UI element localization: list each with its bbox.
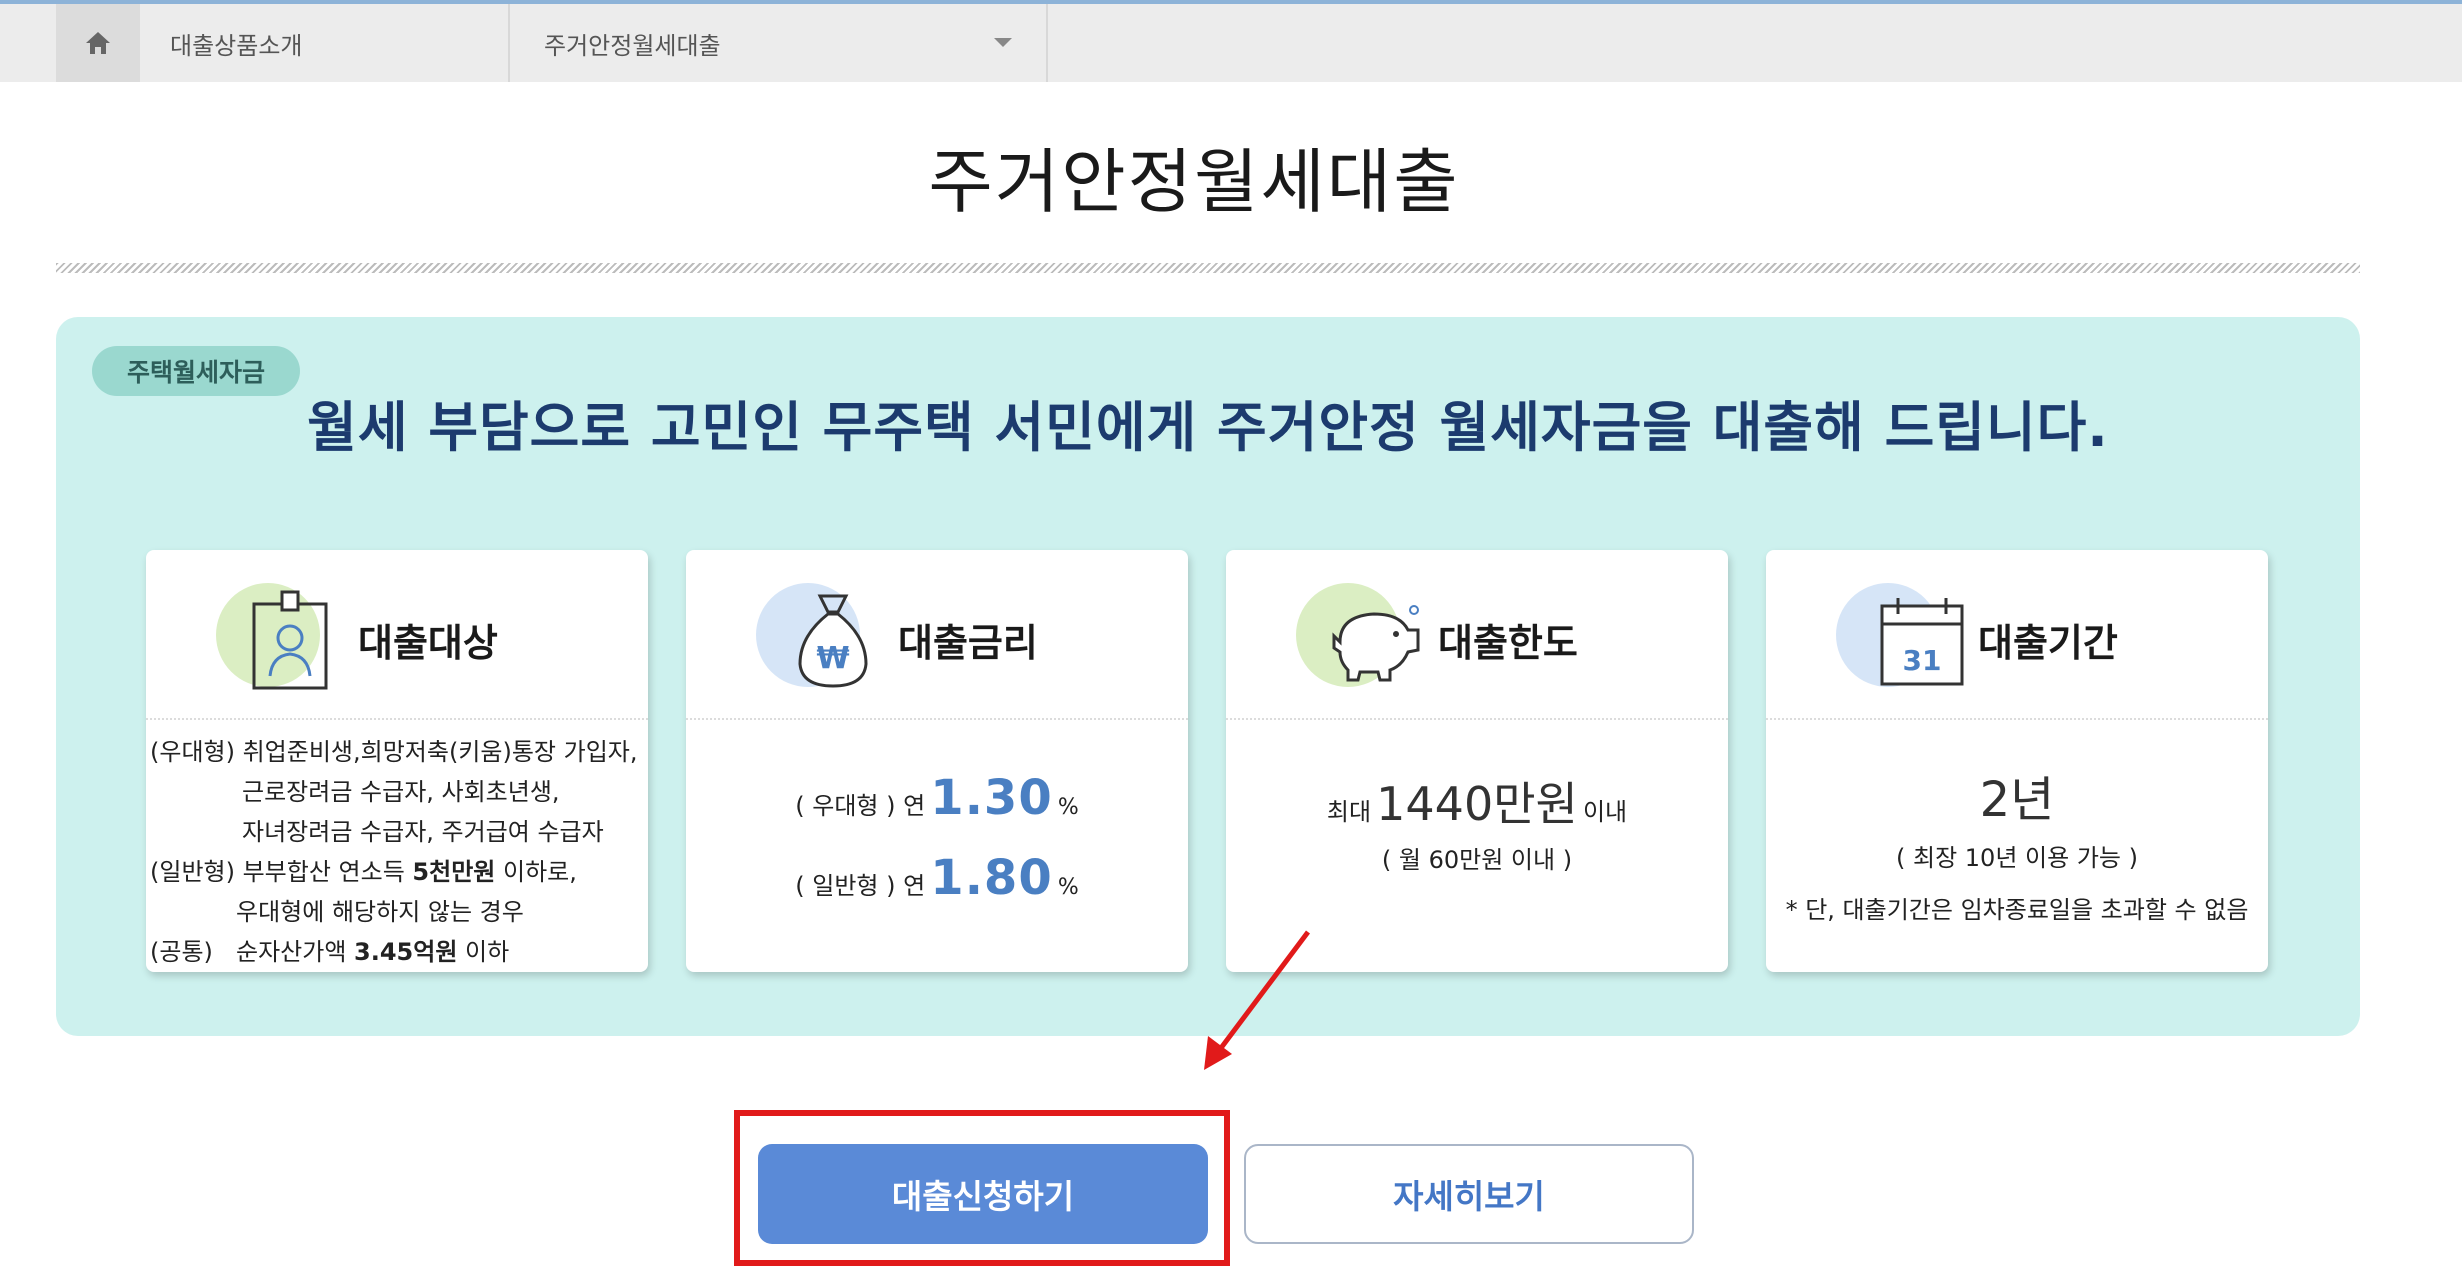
view-details-button[interactable]: 자세히보기 bbox=[1244, 1144, 1694, 1244]
target-line-3: 자녀장려금 수급자, 주거급여 수급자 bbox=[242, 818, 604, 846]
title-divider bbox=[56, 263, 2360, 273]
rate-preferred-unit: % bbox=[1057, 795, 1079, 820]
card-loan-limit-header: 대출한도 bbox=[1226, 550, 1728, 720]
rate-general-unit: % bbox=[1057, 875, 1079, 900]
card-interest-rate-header: ₩ 대출금리 bbox=[686, 550, 1188, 720]
breadcrumb-item-products-label: 대출상품소개 bbox=[170, 31, 303, 60]
target-line-6: 순자산가액 3.45억원 이하 bbox=[236, 932, 509, 967]
calendar-day: 31 bbox=[1903, 644, 1942, 677]
card-loan-period-body: 2년 ( 최장 10년 이용 가능 ) * 단, 대출기간은 임차종료일을 초과… bbox=[1766, 720, 2268, 972]
target-general-suffix: 이하로, bbox=[495, 858, 577, 886]
card-loan-target-header: 대출대상 bbox=[146, 550, 648, 720]
card-loan-period-header: 31 대출기간 bbox=[1766, 550, 2268, 720]
rate-preferred-prefix: ( 우대형 ) 연 bbox=[795, 792, 926, 820]
card-loan-target: 대출대상 (우대형) 취업준비생,희망저축(키움)통장 가입자, 근로장려금 수… bbox=[146, 550, 648, 972]
home-icon bbox=[86, 32, 110, 54]
limit-amount: 1440만원 bbox=[1376, 777, 1578, 831]
card-loan-limit-body: 최대 1440만원 이내 ( 월 60만원 이내 ) bbox=[1226, 720, 1728, 972]
target-line-2: 근로장려금 수급자, 사회초년생, bbox=[242, 778, 560, 806]
target-line-4: (일반형) 부부합산 연소득 5천만원 이하로, bbox=[150, 852, 577, 887]
card-interest-rate: ₩ 대출금리 ( 우대형 ) 연 1.30 % ( 일반형 ) 연 1.80 % bbox=[686, 550, 1188, 972]
target-line-1: (우대형) 취업준비생,희망저축(키움)통장 가입자, bbox=[150, 738, 638, 766]
rate-preferred-value: 1.30 bbox=[930, 770, 1053, 826]
breadcrumb-item-products[interactable]: 대출상품소개 bbox=[140, 4, 510, 82]
card-interest-rate-title: 대출금리 bbox=[898, 621, 1038, 665]
rate-preferred: ( 우대형 ) 연 1.30 % bbox=[686, 770, 1188, 826]
calendar-icon: 31 bbox=[1880, 598, 1964, 686]
period-note: ( 최장 10년 이용 가능 ) bbox=[1896, 844, 2138, 872]
card-interest-rate-body: ( 우대형 ) 연 1.30 % ( 일반형 ) 연 1.80 % bbox=[686, 720, 1188, 972]
limit-amount-row: 최대 1440만원 이내 bbox=[1226, 768, 1728, 834]
id-badge-icon bbox=[252, 590, 328, 690]
card-loan-limit: 대출한도 최대 1440만원 이내 ( 월 60만원 이내 ) bbox=[1226, 550, 1728, 972]
limit-note: ( 월 60만원 이내 ) bbox=[1381, 846, 1573, 874]
panel-headline: 월세 부담으로 고민인 무주택 서민에게 주거안정 월세자금을 대출해 드립니다… bbox=[307, 396, 2109, 459]
breadcrumb-product-select-label: 주거안정월세대출 bbox=[544, 31, 721, 60]
annotation-highlight-box bbox=[734, 1110, 1230, 1266]
svg-text:₩: ₩ bbox=[816, 641, 849, 676]
period-footnote: * 단, 대출기간은 임차종료일을 초과할 수 없음 bbox=[1785, 896, 2249, 924]
period-value: 2년 bbox=[1979, 772, 2055, 828]
breadcrumb-product-select[interactable]: 주거안정월세대출 bbox=[510, 4, 1048, 82]
product-summary-panel: 주택월세자금 월세 부담으로 고민인 무주택 서민에게 주거안정 월세자금을 대… bbox=[56, 317, 2360, 1036]
target-income-limit: 5천만원 bbox=[412, 858, 496, 886]
target-general-prefix: (일반형) 부부합산 연소득 bbox=[150, 858, 413, 886]
card-loan-target-body: (우대형) 취업준비생,희망저축(키움)통장 가입자, 근로장려금 수급자, 사… bbox=[146, 720, 648, 972]
breadcrumb-home[interactable] bbox=[56, 4, 140, 82]
money-bag-icon: ₩ bbox=[798, 594, 868, 688]
target-asset-suffix: 이하 bbox=[457, 938, 510, 966]
target-asset-limit: 3.45억원 bbox=[354, 938, 458, 966]
rate-general: ( 일반형 ) 연 1.80 % bbox=[686, 850, 1188, 906]
piggy-bank-icon bbox=[1332, 605, 1420, 682]
card-loan-limit-title: 대출한도 bbox=[1438, 621, 1578, 665]
card-loan-period: 31 대출기간 2년 ( 최장 10년 이용 가능 ) * 단, 대출기간은 임… bbox=[1766, 550, 2268, 972]
chevron-down-icon bbox=[994, 38, 1012, 47]
breadcrumb: 대출상품소개 주거안정월세대출 bbox=[0, 4, 2462, 82]
limit-suffix: 이내 bbox=[1582, 798, 1628, 826]
target-asset-prefix: 순자산가액 bbox=[236, 938, 355, 966]
rate-general-prefix: ( 일반형 ) 연 bbox=[795, 872, 926, 900]
target-common-label: (공통) bbox=[150, 938, 213, 966]
card-loan-target-title: 대출대상 bbox=[358, 621, 498, 665]
page-title: 주거안정월세대출 bbox=[928, 141, 1460, 223]
target-line-5: 우대형에 해당하지 않는 경우 bbox=[236, 898, 524, 926]
card-loan-period-title: 대출기간 bbox=[1978, 621, 2118, 665]
rate-general-value: 1.80 bbox=[930, 850, 1053, 906]
limit-prefix: 최대 bbox=[1326, 798, 1372, 826]
